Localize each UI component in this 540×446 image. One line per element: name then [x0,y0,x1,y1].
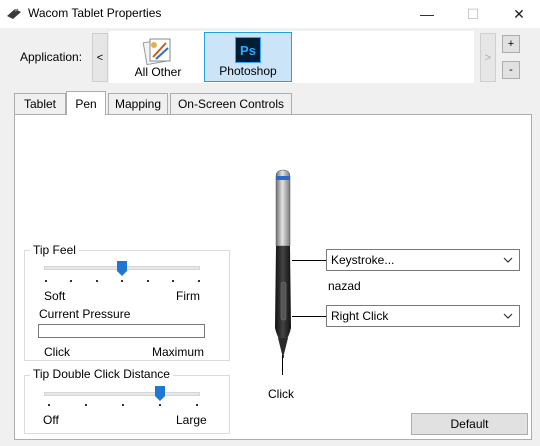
pen-tip-action-label: Click [268,387,294,401]
tab-mapping[interactable]: Mapping [108,93,168,114]
remove-application-button[interactable]: - [502,61,520,79]
application-label: Application: [20,50,83,64]
photoshop-icon: Ps [235,37,261,63]
tip-feel-max-label: Firm [176,289,200,303]
slider-tick [70,280,72,282]
current-pressure-meter [38,324,205,338]
tab-on-screen-controls[interactable]: On-Screen Controls [170,93,292,114]
double-click-distance-title: Tip Double Click Distance [30,367,173,381]
chevron-down-icon [503,313,513,319]
slider-tick [196,404,198,406]
chevron-down-icon [503,257,513,263]
pressure-min-label: Click [44,345,70,359]
tip-feel-slider-thumb[interactable] [117,261,127,276]
slider-tick [159,404,161,406]
maximize-button[interactable]: ☐ [450,0,496,28]
default-button[interactable]: Default [411,413,528,435]
upper-button-value: Keystroke... [331,253,395,267]
current-pressure-label: Current Pressure [39,307,131,321]
app-scroll-left-button[interactable]: < [92,33,108,82]
close-button[interactable]: ✕ [496,0,540,28]
pen-illustration [275,169,291,358]
lower-button-leader-line [292,316,326,317]
upper-button-leader-line [292,260,326,261]
double-click-min-label: Off [43,413,59,427]
slider-tick [45,280,47,282]
slider-tick [122,404,124,406]
slider-tick [198,280,200,282]
tab-tablet[interactable]: Tablet [14,93,66,114]
slider-tick [172,280,174,282]
double-click-slider-thumb[interactable] [155,386,165,401]
app-tile-label: All Other [134,65,182,79]
slider-tick [147,280,149,282]
slider-tick [121,280,123,282]
add-application-button[interactable]: + [502,35,520,53]
tip-leader-line [282,355,283,375]
tip-feel-title: Tip Feel [30,243,79,257]
app-scroll-right-button[interactable]: > [480,33,496,82]
app-tile-label: Photoshop [219,64,277,78]
tablet-app-icon [7,8,21,19]
app-tile-photoshop[interactable]: Ps Photoshop [204,32,292,82]
minimize-button[interactable]: — [404,0,450,28]
lower-button-value: Right Click [331,309,389,323]
app-tile-all-other[interactable]: All Other [114,32,202,82]
window-title: Wacom Tablet Properties [28,6,162,20]
tip-feel-min-label: Soft [44,289,66,303]
upper-button-keystroke-name: nazad [328,279,361,293]
lower-button-dropdown[interactable]: Right Click [326,305,520,327]
slider-tick [48,404,50,406]
pressure-max-label: Maximum [152,345,205,359]
upper-button-dropdown[interactable]: Keystroke... [326,249,520,271]
double-click-max-label: Large [176,413,207,427]
tab-pen[interactable]: Pen [66,91,106,115]
slider-tick [96,280,98,282]
double-click-slider-track[interactable] [44,392,200,396]
all-other-apps-icon [142,38,171,65]
slider-tick [85,404,87,406]
